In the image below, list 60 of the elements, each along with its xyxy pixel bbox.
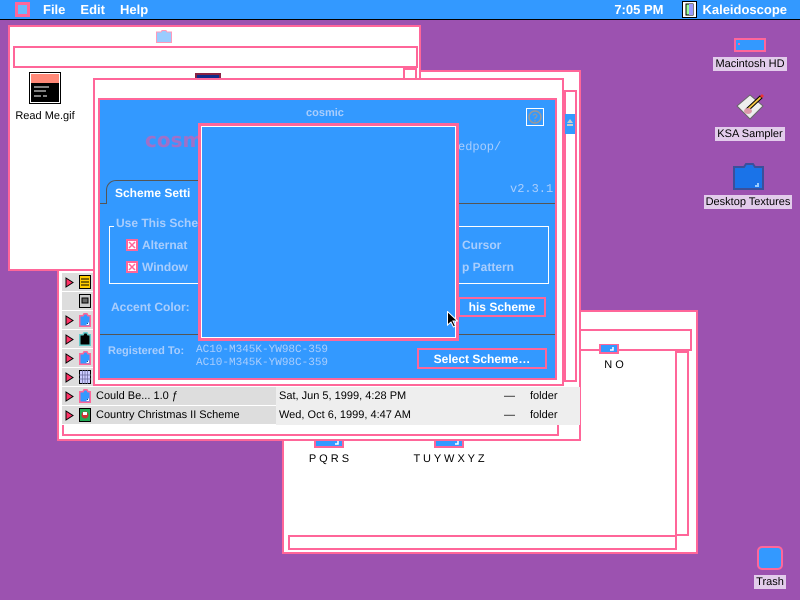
list-row[interactable] — [62, 349, 93, 368]
registration-code: AC10-M345K-YW98C-359 — [196, 344, 328, 357]
disclosure-triangle-icon[interactable] — [65, 352, 74, 364]
disclosure-triangle-icon[interactable] — [65, 372, 74, 382]
url-text: edpop/ — [458, 139, 502, 156]
icon-label[interactable]: Desktop Textures — [704, 195, 792, 209]
list-row[interactable] — [62, 311, 93, 330]
icon-label[interactable]: P Q R S — [308, 451, 350, 468]
list-row[interactable] — [62, 368, 93, 387]
registration-code: AC10-M345K-YW98C-359 — [196, 357, 328, 370]
icon-label[interactable]: T U Y W X Y Z — [413, 451, 485, 468]
file-icon — [79, 275, 91, 289]
icon-label[interactable]: N O — [604, 357, 624, 374]
clock-text: 7:05 PM — [614, 0, 664, 19]
file-kind: folder — [530, 408, 558, 423]
disclosure-triangle-icon[interactable] — [65, 334, 74, 344]
option-label: Cursor — [462, 237, 502, 254]
pencil-document-icon[interactable] — [734, 92, 766, 122]
icon-label[interactable]: KSA Sampler — [715, 127, 785, 141]
version-text: v2.3.1 — [510, 182, 554, 196]
file-size: — — [504, 388, 516, 404]
disclosure-triangle-icon[interactable] — [65, 314, 74, 326]
disclosure-triangle-icon[interactable] — [65, 410, 74, 420]
disclosure-triangle-icon[interactable] — [65, 276, 74, 288]
folder-icon[interactable] — [599, 344, 619, 354]
help-icon[interactable] — [526, 108, 544, 126]
mouse-cursor-icon — [447, 311, 458, 328]
icon-label[interactable]: Trash — [754, 575, 786, 589]
date-modified: Wed, Oct 6, 1999, 4:47 AM — [279, 408, 412, 423]
list-row[interactable]: Country Christmas II Scheme Wed, Oct 6, 1999, 4:47 AM — folder — [62, 406, 580, 425]
file-icon — [79, 294, 91, 308]
list-row[interactable] — [62, 292, 93, 311]
disclosure-triangle-icon[interactable] — [65, 390, 74, 402]
image-file-icon[interactable] — [29, 72, 61, 104]
folder-icon — [79, 332, 91, 346]
file-kind: folder — [530, 388, 558, 404]
folder-icon — [156, 30, 172, 43]
registered-label: Registered To: — [108, 344, 184, 359]
file-name: Could Be... 1.0 ƒ — [96, 388, 179, 404]
icon-label[interactable]: Read Me.gif — [15, 108, 75, 124]
option-label: Window — [142, 259, 188, 276]
icon-label[interactable]: Macintosh HD — [713, 57, 787, 71]
date-modified: Sat, Jun 5, 1999, 4:28 PM — [279, 388, 408, 404]
app-switcher-icon[interactable] — [682, 1, 698, 18]
checkbox[interactable] — [126, 239, 138, 251]
folder-icon — [79, 351, 91, 365]
option-label: p Pattern — [462, 259, 514, 276]
folder-icon — [79, 389, 91, 403]
list-row[interactable] — [62, 273, 93, 292]
picture-icon — [79, 408, 91, 422]
list-row[interactable] — [62, 330, 93, 349]
file-icon — [79, 370, 91, 384]
option-label: Alternat — [142, 237, 188, 254]
list-row[interactable]: Could Be... 1.0 ƒ Sat, Jun 5, 1999, 4:28 PM — folder — [62, 387, 580, 406]
panel-title: cosmic — [306, 107, 344, 119]
file-name: Country Christmas II Scheme — [96, 408, 241, 423]
folder-icon — [79, 313, 91, 327]
checkbox[interactable] — [126, 261, 138, 273]
file-size: — — [504, 408, 516, 423]
accent-color-label: Accent Color: — [111, 299, 190, 316]
